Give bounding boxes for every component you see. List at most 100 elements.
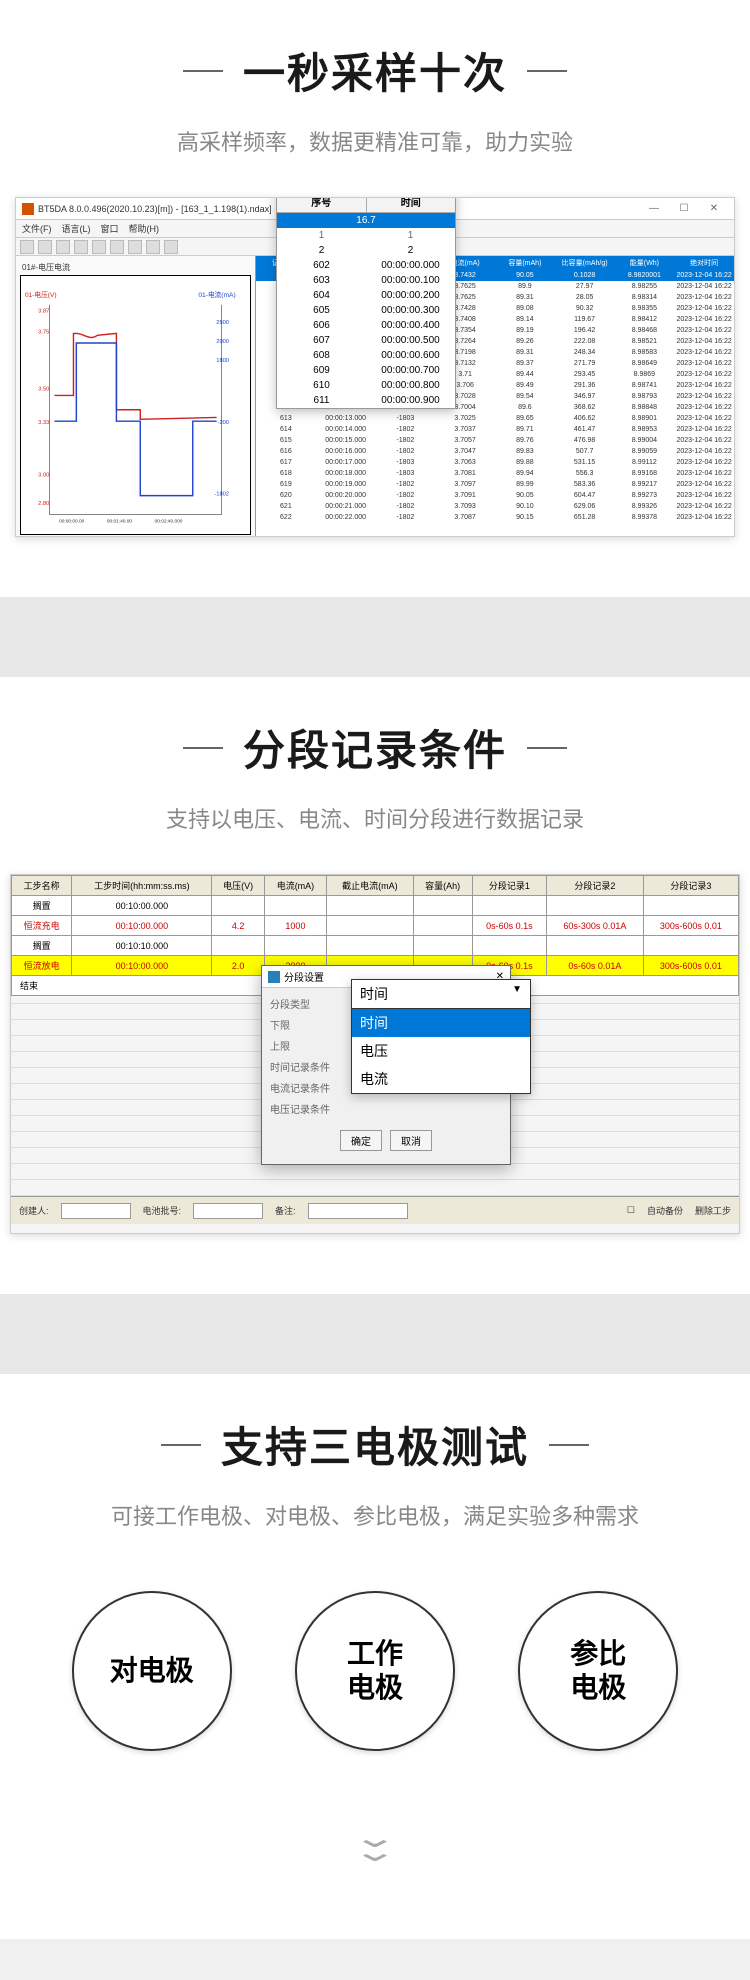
- working-electrode: 工作电极: [295, 1591, 455, 1751]
- delete-step-label[interactable]: 删除工步: [695, 1204, 731, 1217]
- chevron-down-icon: ▼: [512, 984, 522, 1004]
- chart-area[interactable]: 01-电压(V) 01-电流(mA) 3.87 3.75 3.50 3.33 3…: [20, 275, 251, 535]
- dialog-cancel-button[interactable]: 取消: [390, 1130, 432, 1151]
- toolbar-btn[interactable]: [56, 240, 70, 254]
- toolbar-btn[interactable]: [164, 240, 178, 254]
- svg-text:2500: 2500: [216, 320, 229, 326]
- step-row[interactable]: 恒流充电00:10:00.0004.210000s-60s 0.1s60s-30…: [12, 916, 739, 936]
- dialog-title: 分段设置: [284, 969, 324, 984]
- toolbar-btn[interactable]: [110, 240, 124, 254]
- dropdown-option[interactable]: 电压: [352, 1037, 530, 1065]
- svg-text:2000: 2000: [216, 339, 229, 345]
- heading-3: 支持三电极测试: [221, 1414, 529, 1475]
- voltage-line: [54, 333, 216, 419]
- popup-row[interactable]: 60400:00:00.200: [277, 288, 455, 303]
- popup-row[interactable]: 60300:00:00.100: [277, 273, 455, 288]
- data-row[interactable]: 62100:00:21.000-18023.709390.10629.068.9…: [256, 501, 734, 512]
- svg-text:00:02:40.000: 00:02:40.000: [155, 518, 183, 524]
- step-editor-window: 工步名称工步时间(hh:mm:ss.ms)电压(V)电流(mA)截止电流(mA)…: [10, 874, 740, 1234]
- svg-text:3.33: 3.33: [38, 420, 49, 426]
- step-row[interactable]: 搁置00:10:10.000: [12, 936, 739, 956]
- data-col-header[interactable]: 能量(Wh): [615, 258, 675, 268]
- dialog-field-label: 电压记录条件: [270, 1101, 330, 1116]
- heading-2: 分段记录条件: [243, 717, 507, 778]
- step-col-header[interactable]: 截止电流(mA): [327, 876, 413, 896]
- autobackup-label[interactable]: 自动备份: [647, 1204, 683, 1217]
- section-sampling: 一秒采样十次 高采样频率，数据更精准可靠，助力实验 BT5DA 8.0.0.49…: [0, 0, 750, 597]
- toolbar-btn[interactable]: [20, 240, 34, 254]
- data-row[interactable]: 62000:00:20.000-18023.709190.05604.478.9…: [256, 490, 734, 501]
- data-col-header[interactable]: 容量(mAh): [495, 258, 555, 268]
- toolbar-btn[interactable]: [38, 240, 52, 254]
- app-window: BT5DA 8.0.0.496(2020.10.23)[m]) - [163_1…: [15, 197, 735, 537]
- dash-right: [549, 1444, 589, 1446]
- maximize-button[interactable]: ☐: [670, 203, 698, 214]
- data-row[interactable]: 61300:00:13.000-18033.702589.65406.628.9…: [256, 413, 734, 424]
- step-col-header[interactable]: 容量(Ah): [413, 876, 472, 896]
- svg-text:3.87: 3.87: [38, 308, 49, 314]
- popup-row[interactable]: 60700:00:00.500: [277, 333, 455, 348]
- heading-row-1: 一秒采样十次: [0, 40, 750, 101]
- popup-col-index[interactable]: 序号: [277, 197, 367, 212]
- creator-label: 创建人:: [19, 1204, 49, 1217]
- time-popup: 序号 时间 16.7 112260200:00:00.00060300:00:0…: [276, 197, 456, 409]
- data-row[interactable]: 61700:00:17.000-18033.706389.88531.158.9…: [256, 457, 734, 468]
- svg-text:2.80: 2.80: [38, 501, 49, 507]
- step-col-header[interactable]: 分段记录1: [472, 876, 546, 896]
- batch-input[interactable]: [193, 1203, 263, 1219]
- data-col-header[interactable]: 比容量(mAh/g): [555, 258, 615, 268]
- popup-col-time[interactable]: 时间: [367, 197, 456, 212]
- step-row[interactable]: 搁置00:10:00.000: [12, 896, 739, 916]
- data-row[interactable]: 61600:00:16.000-18023.704789.83507.78.99…: [256, 446, 734, 457]
- menu-language[interactable]: 语言(L): [62, 222, 91, 235]
- toolbar-btn[interactable]: [74, 240, 88, 254]
- y-axis-right-label: 01-电流(mA): [198, 290, 235, 299]
- reference-electrode: 参比电极: [518, 1591, 678, 1751]
- counter-electrode: 对电极: [72, 1591, 232, 1751]
- popup-row[interactable]: 60600:00:00.400: [277, 318, 455, 333]
- toolbar-btn[interactable]: [146, 240, 160, 254]
- data-row[interactable]: 61900:00:19.000-18023.709789.99583.368.9…: [256, 479, 734, 490]
- data-row[interactable]: 61500:00:15.000-18023.705789.76476.988.9…: [256, 435, 734, 446]
- step-col-header[interactable]: 电压(V): [212, 876, 264, 896]
- data-row[interactable]: 61400:00:14.000-18023.703789.71461.478.9…: [256, 424, 734, 435]
- dialog-ok-button[interactable]: 确定: [340, 1130, 382, 1151]
- data-col-header[interactable]: 绝对时间: [674, 258, 734, 268]
- step-col-header[interactable]: 电流(mA): [264, 876, 326, 896]
- toolbar-btn[interactable]: [92, 240, 106, 254]
- close-button[interactable]: ✕: [700, 203, 728, 214]
- popup-row[interactable]: 61000:00:00.800: [277, 378, 455, 393]
- toolbar-btn[interactable]: [128, 240, 142, 254]
- subheading-3: 可接工作电极、对电极、参比电极，满足实验多种需求: [0, 1499, 750, 1531]
- popup-subhead-row: 11: [277, 228, 455, 243]
- batch-label: 电池批号:: [143, 1204, 182, 1217]
- popup-row[interactable]: 60900:00:00.700: [277, 363, 455, 378]
- menu-help[interactable]: 帮助(H): [129, 222, 160, 235]
- remark-input[interactable]: [308, 1203, 408, 1219]
- step-col-header[interactable]: 分段记录2: [547, 876, 644, 896]
- popup-selected[interactable]: 16.7: [277, 213, 455, 228]
- popup-row[interactable]: 60800:00:00.600: [277, 348, 455, 363]
- minimize-button[interactable]: —: [640, 203, 668, 214]
- window-controls: — ☐ ✕: [640, 203, 728, 214]
- dialog-field-label: 时间记录条件: [270, 1059, 330, 1074]
- dropdown-option[interactable]: 电流: [352, 1065, 530, 1093]
- chart-title: 01#-电压电流: [20, 260, 251, 275]
- subheading-2: 支持以电压、电流、时间分段进行数据记录: [0, 802, 750, 834]
- creator-input[interactable]: [61, 1203, 131, 1219]
- popup-row[interactable]: 60200:00:00.000: [277, 258, 455, 273]
- menu-file[interactable]: 文件(F): [22, 222, 52, 235]
- step-col-header[interactable]: 分段记录3: [643, 876, 738, 896]
- dialog-field-label: 电流记录条件: [270, 1080, 330, 1095]
- menu-window[interactable]: 窗口: [101, 222, 119, 235]
- data-row[interactable]: 62200:00:22.000-18023.708790.15651.288.9…: [256, 512, 734, 523]
- step-col-header[interactable]: 工步名称: [12, 876, 72, 896]
- data-row[interactable]: 61800:00:18.000-18033.708189.94556.38.99…: [256, 468, 734, 479]
- dropdown-selected[interactable]: 时间 ▼: [352, 980, 530, 1009]
- step-col-header[interactable]: 工步时间(hh:mm:ss.ms): [72, 876, 212, 896]
- popup-row[interactable]: 61100:00:00.900: [277, 393, 455, 408]
- dash-left: [183, 70, 223, 72]
- svg-text:3.75: 3.75: [38, 329, 49, 335]
- popup-row[interactable]: 60500:00:00.300: [277, 303, 455, 318]
- dropdown-option[interactable]: 时间: [352, 1009, 530, 1037]
